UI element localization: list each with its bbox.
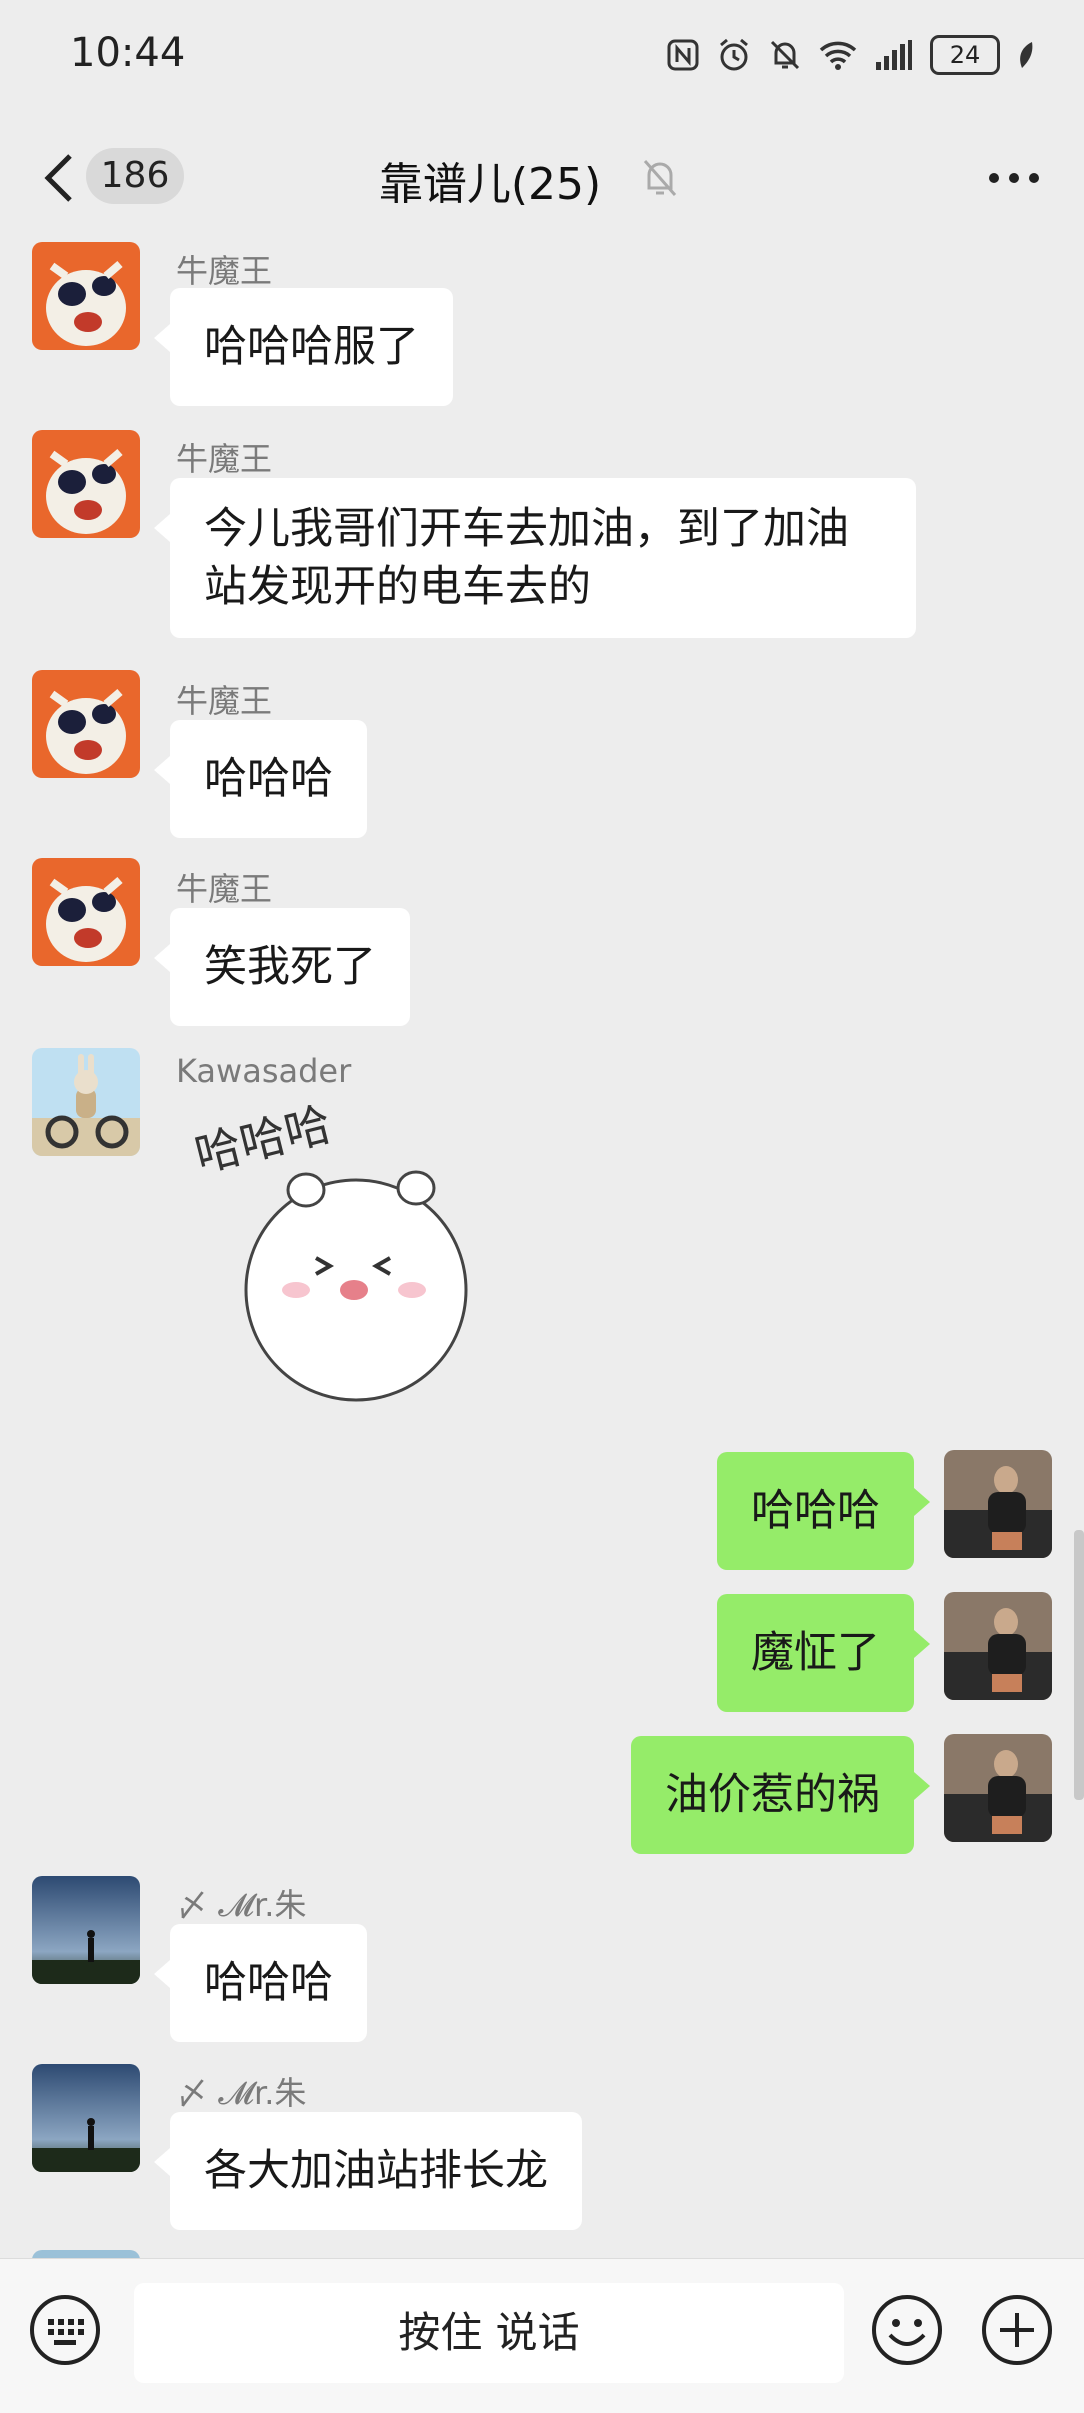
avatar-niumowang[interactable] [32, 670, 140, 778]
status-time: 10:44 [70, 30, 186, 76]
bell-off-icon [643, 160, 677, 196]
status-bar: 10:44 24 [0, 0, 1084, 120]
message-text-line: 今儿我哥们开车去加油，到了加油 [204, 504, 849, 554]
message-bubble[interactable]: 哈哈哈 [154, 720, 367, 838]
signal-icon [876, 40, 912, 70]
avatar-me[interactable] [944, 1450, 1052, 1558]
avatar-partial[interactable] [32, 2250, 140, 2258]
avatar-niumowang[interactable] [32, 242, 140, 350]
sender-name: 牛魔王 [176, 252, 273, 290]
avatar-niumowang[interactable] [32, 858, 140, 966]
nfc-icon [667, 39, 699, 71]
silent-bell-icon [770, 40, 800, 70]
wifi-icon [819, 41, 857, 70]
message-bubble[interactable]: 哈哈哈 [717, 1452, 930, 1570]
unread-count-badge[interactable]: 186 [86, 148, 184, 204]
avatar-me[interactable] [944, 1734, 1052, 1842]
message-list[interactable]: 牛魔王 哈哈哈服了 牛魔王 今儿我哥们开车去加油，到了加油 站发现开的电车去的 … [0, 230, 1084, 2258]
status-icons: 24 [666, 32, 1036, 78]
sender-name: 牛魔王 [176, 440, 273, 478]
emoji-icon[interactable] [870, 2293, 944, 2367]
sender-name: 〆 𝓜r.朱 [176, 2074, 307, 2112]
sender-name: 牛魔王 [176, 870, 273, 908]
message-bubble[interactable]: 哈哈哈 [154, 1924, 367, 2042]
chevron-left-icon[interactable] [40, 150, 80, 206]
sender-name: 牛魔王 [176, 682, 273, 720]
alarm-icon [720, 38, 748, 71]
sender-name: 〆 𝓜r.朱 [176, 1886, 307, 1924]
sender-name: Kawasader [176, 1052, 352, 1090]
message-text-line: 站发现开的电车去的 [204, 562, 591, 612]
message-bubble[interactable]: 魔怔了 [717, 1594, 930, 1712]
leaf-icon [1020, 42, 1033, 68]
input-bar: 按住 说话 [0, 2258, 1084, 2413]
avatar-kawasader[interactable] [32, 1048, 140, 1156]
avatar-mr-zhu[interactable] [32, 1876, 140, 1984]
hold-to-talk-button[interactable]: 按住 说话 [134, 2283, 844, 2383]
avatar-niumowang[interactable] [32, 430, 140, 538]
message-bubble[interactable]: 各大加油站排长龙 [154, 2112, 582, 2230]
keyboard-icon[interactable] [28, 2293, 102, 2367]
scrollbar-thumb[interactable] [1074, 1530, 1084, 1800]
chat-title: 靠谱儿(25) [378, 159, 602, 210]
sticker-text: 哈哈哈 [190, 1098, 336, 1182]
plus-icon[interactable] [980, 2293, 1054, 2367]
chat-header: 186 靠谱儿(25) [0, 120, 1084, 230]
avatar-mr-zhu[interactable] [32, 2064, 140, 2172]
sticker-message[interactable]: 哈哈哈 [186, 1090, 506, 1420]
message-bubble[interactable]: 油价惹的祸 [631, 1736, 930, 1854]
message-bubble[interactable]: 今儿我哥们开车去加油，到了加油 站发现开的电车去的 [154, 478, 916, 638]
avatar-me[interactable] [944, 1592, 1052, 1700]
message-bubble[interactable]: 笑我死了 [154, 908, 410, 1026]
battery-indicator: 24 [930, 35, 1000, 75]
more-dots-icon[interactable] [984, 150, 1044, 206]
message-bubble[interactable]: 哈哈哈服了 [154, 288, 453, 406]
